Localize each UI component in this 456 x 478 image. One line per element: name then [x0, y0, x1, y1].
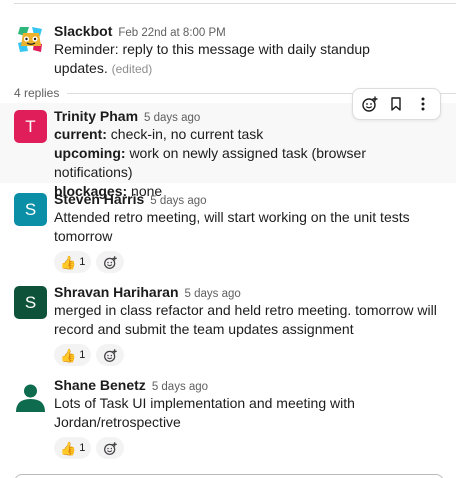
thumbs-up-icon: 👍: [60, 440, 77, 456]
add-reaction-button[interactable]: [96, 344, 125, 366]
replies-count: 4 replies: [14, 86, 68, 100]
avatar-letter: S: [24, 199, 37, 219]
add-reaction-icon: [103, 348, 117, 362]
reaction-count: 1: [79, 256, 86, 268]
thumbs-up-icon: 👍: [60, 347, 77, 363]
message-text: Reminder: reply to this message with dai…: [54, 40, 442, 79]
slackbot-logo-icon: [14, 23, 47, 56]
message-text: Attended retro meeting, will start worki…: [54, 208, 442, 246]
message-actions-toolbar: [352, 88, 441, 120]
avatar-letter: S: [24, 292, 37, 312]
reply-composer[interactable]: [14, 474, 444, 478]
line-label: current:: [54, 126, 107, 142]
reactions-bar: 👍 1: [54, 251, 442, 273]
message-timestamp[interactable]: Feb 22nd at 8:00 PM: [118, 27, 225, 39]
message-text: merged in class refactor and held retro …: [54, 301, 442, 339]
message-line: Reminder: reply to this message with dai…: [54, 41, 370, 57]
message-timestamp[interactable]: 5 days ago: [185, 288, 241, 300]
bookmark-icon: [391, 97, 402, 111]
avatar[interactable]: [14, 379, 47, 412]
message-line: updates. (edited): [54, 59, 442, 79]
author-name[interactable]: Steven Harris: [54, 191, 144, 207]
add-reaction-icon: [362, 96, 378, 112]
avatar[interactable]: T: [14, 110, 47, 143]
thumbs-up-reaction[interactable]: 👍 1: [54, 437, 92, 459]
slackbot-avatar[interactable]: [14, 23, 47, 56]
line-text: check-in, no current task: [110, 126, 264, 142]
reply-message: S Shravan Hariharan 5 days ago merged in …: [0, 283, 456, 366]
thumbs-up-reaction[interactable]: 👍 1: [54, 251, 92, 273]
add-reaction-button[interactable]: [96, 437, 125, 459]
avatar[interactable]: S: [14, 286, 47, 319]
message-line-text: updates.: [54, 60, 108, 76]
message-text: Lots of Task UI implementation and meeti…: [54, 394, 442, 432]
person-icon: [16, 384, 45, 412]
message-line: Lots of Task UI implementation and meeti…: [54, 395, 355, 411]
thumbs-up-reaction[interactable]: 👍 1: [54, 344, 92, 366]
more-actions-icon: [421, 97, 425, 111]
thumbs-up-icon: 👍: [60, 254, 77, 270]
more-actions-button[interactable]: [410, 91, 436, 117]
line-label: upcoming:: [54, 145, 126, 161]
message-line: current: check-in, no current task: [54, 125, 442, 144]
add-reaction-button[interactable]: [96, 251, 125, 273]
message-timestamp[interactable]: 5 days ago: [144, 112, 200, 124]
reactions-bar: 👍 1: [54, 344, 442, 366]
message-line: Attended retro meeting, will start worki…: [54, 209, 410, 225]
avatar-letter: T: [25, 116, 36, 136]
reaction-count: 1: [79, 442, 86, 454]
message-line: tomorrow: [54, 228, 113, 244]
reply-message: S Steven Harris 5 days ago Attended retro…: [0, 190, 456, 273]
reaction-count: 1: [79, 349, 86, 361]
author-name[interactable]: Shane Benetz: [54, 377, 146, 393]
save-for-later-button[interactable]: [383, 91, 409, 117]
message-timestamp[interactable]: 5 days ago: [150, 195, 206, 207]
message-line: record and submit the team updates assig…: [54, 321, 354, 337]
message-line: upcoming: work on newly assigned task (b…: [54, 144, 442, 182]
top-divider: [14, 3, 456, 4]
author-name[interactable]: Shravan Hariharan: [54, 284, 179, 300]
add-reaction-icon: [103, 255, 117, 269]
edited-label: (edited): [111, 62, 153, 76]
message-timestamp[interactable]: 5 days ago: [152, 381, 208, 393]
avatar[interactable]: S: [14, 193, 47, 226]
author-name[interactable]: Slackbot: [54, 23, 112, 39]
reply-message: Shane Benetz 5 days ago Lots of Task UI i…: [0, 376, 456, 459]
add-reaction-icon: [103, 441, 117, 455]
message-line: Jordan/retrospective: [54, 414, 181, 430]
parent-message: Slackbot Feb 22nd at 8:00 PM Reminder: re…: [0, 22, 456, 82]
message-line: merged in class refactor and held retro …: [54, 302, 437, 318]
reactions-bar: 👍 1: [54, 437, 442, 459]
add-reaction-button[interactable]: [357, 91, 383, 117]
author-name[interactable]: Trinity Pham: [54, 108, 138, 124]
